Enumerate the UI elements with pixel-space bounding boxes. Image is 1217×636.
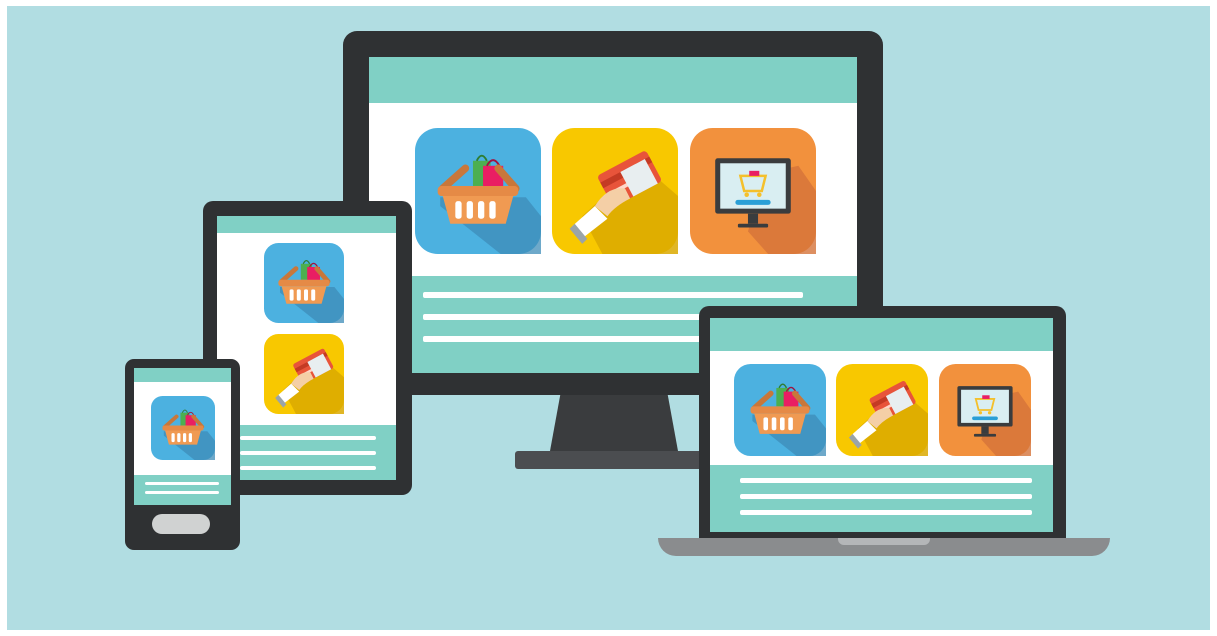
credit-card-tile[interactable]: [836, 364, 928, 456]
online-shop-monitor-icon: [690, 128, 816, 254]
shopping-basket-icon: [415, 128, 541, 254]
phone-footer-panel: [134, 475, 231, 505]
laptop-header-bar: [710, 318, 1053, 351]
text-line: [423, 292, 803, 298]
online-shop-monitor-icon: [939, 364, 1031, 456]
shopping-basket-tile[interactable]: [734, 364, 826, 456]
credit-card-tile[interactable]: [552, 128, 678, 254]
online-shop-tile[interactable]: [690, 128, 816, 254]
text-line: [240, 466, 376, 470]
shopping-basket-icon: [151, 396, 215, 460]
text-line: [240, 436, 376, 440]
online-shop-tile[interactable]: [939, 364, 1031, 456]
laptop-notch: [838, 538, 930, 545]
home-button[interactable]: [152, 514, 210, 534]
text-line: [740, 494, 1032, 499]
shopping-basket-tile[interactable]: [151, 396, 215, 460]
credit-card-tile[interactable]: [264, 334, 344, 414]
text-line: [740, 478, 1032, 483]
text-line: [240, 451, 376, 455]
monitor-base: [515, 451, 715, 469]
shopping-basket-tile[interactable]: [415, 128, 541, 254]
shopping-basket-icon: [734, 364, 826, 456]
phone-header-bar: [134, 368, 231, 382]
credit-card-hand-icon: [264, 334, 344, 414]
text-line: [740, 510, 1032, 515]
credit-card-hand-icon: [836, 364, 928, 456]
text-line: [145, 491, 219, 494]
text-line: [145, 482, 219, 485]
credit-card-hand-icon: [552, 128, 678, 254]
shopping-basket-icon: [264, 243, 344, 323]
tablet-header-bar: [217, 216, 396, 233]
text-line: [423, 336, 703, 342]
monitor-neck: [550, 395, 678, 451]
monitor-header-bar: [369, 57, 857, 103]
shopping-basket-tile[interactable]: [264, 243, 344, 323]
